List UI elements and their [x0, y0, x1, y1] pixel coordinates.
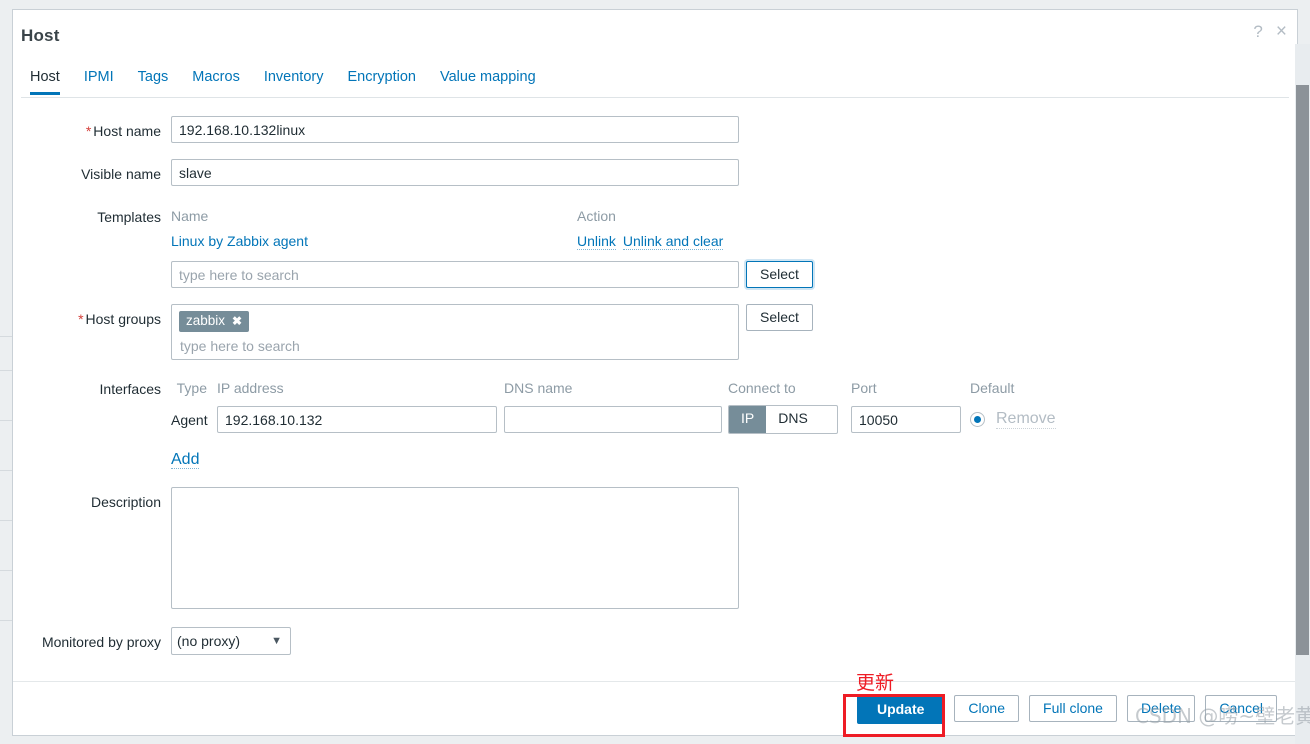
chip-remove-icon[interactable]: ✖ — [232, 313, 242, 329]
interface-dns-cell — [504, 406, 728, 433]
field-row-host-groups: * Host groups zabbix ✖ type here to searc… — [13, 304, 1297, 360]
host-group-chip-zabbix[interactable]: zabbix ✖ — [179, 311, 250, 332]
proxy-select-wrap: (no proxy) ▼ — [171, 627, 291, 655]
field-row-description: Description — [13, 487, 1297, 614]
interface-type-label: Agent — [171, 411, 208, 428]
header-icon-group: ? × — [1253, 22, 1287, 41]
host-groups-select-button[interactable]: Select — [746, 304, 813, 331]
interfaces-add-row: Add — [171, 434, 1056, 469]
field-row-templates: Templates Name Action Linux by Zabbix ag… — [13, 202, 1297, 288]
connect-to-toggle: IP DNS — [728, 405, 838, 434]
if-col-ip: IP address — [217, 380, 284, 396]
tab-encryption[interactable]: Encryption — [335, 65, 428, 94]
interfaces-label: Interfaces — [99, 381, 161, 397]
clone-button[interactable]: Clone — [954, 695, 1020, 722]
tab-tags[interactable]: Tags — [126, 65, 181, 94]
interface-ip-input[interactable] — [217, 406, 497, 433]
required-marker: * — [78, 311, 84, 327]
interface-remove-link[interactable]: Remove — [996, 410, 1056, 429]
monitored-by-proxy-label: Monitored by proxy — [41, 634, 161, 650]
chip-label: zabbix — [186, 313, 226, 328]
template-actions-cell: Unlink Unlink and clear — [577, 233, 724, 250]
tab-value-mapping[interactable]: Value mapping — [428, 65, 548, 94]
if-col-type: Type — [176, 380, 207, 396]
host-groups-label: * Host groups — [78, 311, 161, 327]
unlink-link[interactable]: Unlink — [577, 233, 616, 250]
field-row-host-name: * Host name — [13, 116, 1297, 143]
description-field-wrap — [171, 487, 739, 614]
host-groups-field-wrap: zabbix ✖ type here to search Select — [171, 304, 813, 360]
dialog-footer: Update Clone Full clone Delete Cancel — [13, 681, 1297, 735]
host-dialog: Host ? × Host IPMI Tags Macros Inventory… — [12, 9, 1298, 736]
visible-name-input[interactable] — [171, 159, 739, 186]
templates-table-header: Name Action — [171, 202, 813, 224]
required-marker: * — [85, 123, 92, 139]
help-icon[interactable]: ? — [1253, 23, 1262, 40]
connect-to-option-ip[interactable]: IP — [729, 406, 767, 433]
delete-button[interactable]: Delete — [1126, 695, 1196, 722]
tab-inventory[interactable]: Inventory — [252, 65, 336, 94]
description-textarea[interactable] — [171, 487, 739, 609]
description-label: Description — [90, 494, 161, 510]
tab-bar: Host IPMI Tags Macros Inventory Encrypti… — [21, 65, 1289, 98]
templates-col-name: Name — [171, 208, 209, 224]
if-col-dns: DNS name — [504, 380, 573, 396]
interface-default-radio[interactable] — [970, 412, 985, 427]
interface-port-cell — [851, 406, 970, 433]
templates-select-button[interactable]: Select — [746, 261, 813, 288]
vertical-scrollbar-thumb[interactable] — [1296, 85, 1309, 655]
host-name-label: * Host name — [85, 123, 161, 139]
connect-to-option-dns[interactable]: DNS — [766, 406, 820, 433]
screen-root: Host ? × Host IPMI Tags Macros Inventory… — [0, 0, 1310, 744]
interfaces-field-wrap: Type IP address DNS name Connect to Port… — [171, 374, 1056, 469]
interface-row: Agent IP DNS — [171, 396, 1056, 434]
host-name-field-wrap — [171, 116, 739, 143]
interface-connect-to-cell: IP DNS — [728, 405, 851, 434]
if-col-default: Default — [970, 380, 1015, 396]
templates-label: Templates — [97, 209, 161, 225]
host-groups-search-placeholder[interactable]: type here to search — [179, 332, 731, 354]
field-row-visible-name: Visible name — [13, 159, 1297, 186]
templates-search-row: Select — [171, 261, 813, 288]
interface-port-input[interactable] — [851, 406, 961, 433]
field-row-monitored-by-proxy: Monitored by proxy (no proxy) ▼ — [13, 627, 1297, 655]
host-name-input[interactable] — [171, 116, 739, 143]
templates-field-wrap: Name Action Linux by Zabbix agent Unlink… — [171, 202, 813, 288]
templates-table-row: Linux by Zabbix agent Unlink Unlink and … — [171, 224, 813, 250]
templates-col-action: Action — [577, 208, 616, 224]
template-name-cell: Linux by Zabbix agent — [171, 233, 577, 250]
if-col-port: Port — [851, 380, 877, 396]
update-button[interactable]: Update — [856, 693, 945, 724]
visible-name-field-wrap — [171, 159, 739, 186]
cancel-button[interactable]: Cancel — [1205, 695, 1277, 722]
interface-default-cell: Remove — [970, 410, 1056, 429]
close-icon[interactable]: × — [1276, 22, 1287, 41]
full-clone-button[interactable]: Full clone — [1029, 695, 1117, 722]
tab-host[interactable]: Host — [21, 65, 72, 95]
monitored-by-proxy-field-wrap: (no proxy) ▼ — [171, 627, 291, 655]
tab-macros[interactable]: Macros — [180, 65, 252, 94]
host-groups-multiselect[interactable]: zabbix ✖ type here to search — [171, 304, 739, 360]
if-col-connect-to: Connect to — [728, 380, 796, 396]
unlink-and-clear-link[interactable]: Unlink and clear — [622, 233, 724, 250]
visible-name-label: Visible name — [81, 166, 161, 182]
field-row-interfaces: Interfaces Type IP address DNS name Conn… — [13, 374, 1297, 469]
add-interface-link[interactable]: Add — [171, 451, 200, 469]
page-title: Host — [21, 26, 60, 45]
interface-dns-input[interactable] — [504, 406, 722, 433]
templates-search-input[interactable] — [171, 261, 739, 288]
interfaces-table-header: Type IP address DNS name Connect to Port… — [171, 374, 1056, 396]
host-form: *Host name Visible name Templates Name — [13, 98, 1297, 655]
monitored-by-proxy-select[interactable]: (no proxy) — [171, 627, 291, 655]
tab-ipmi[interactable]: IPMI — [72, 65, 126, 94]
dialog-header: Host ? × — [13, 10, 1297, 65]
interface-ip-cell — [217, 406, 504, 433]
template-link-linux-by-zabbix-agent[interactable]: Linux by Zabbix agent — [171, 233, 308, 249]
